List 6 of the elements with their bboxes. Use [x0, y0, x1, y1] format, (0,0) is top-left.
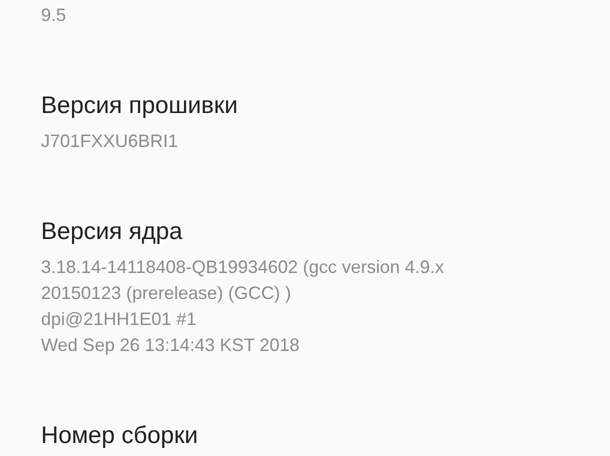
setting-title: Версия прошивки	[41, 92, 238, 120]
setting-title: Версия ядра	[41, 218, 182, 246]
setting-value: 9.5	[41, 4, 66, 27]
setting-value: J701FXXU6BRI1	[41, 130, 178, 153]
setting-value: 3.18.14-14118408-QB19934602 (gcc version 4.9.x 20150123 (prerelease) (GCC) ) dpi@21HH1E01 #1 Wed Sep 26 13:14:43 KST 2018	[41, 256, 444, 357]
setting-title: Номер сборки	[41, 422, 198, 450]
